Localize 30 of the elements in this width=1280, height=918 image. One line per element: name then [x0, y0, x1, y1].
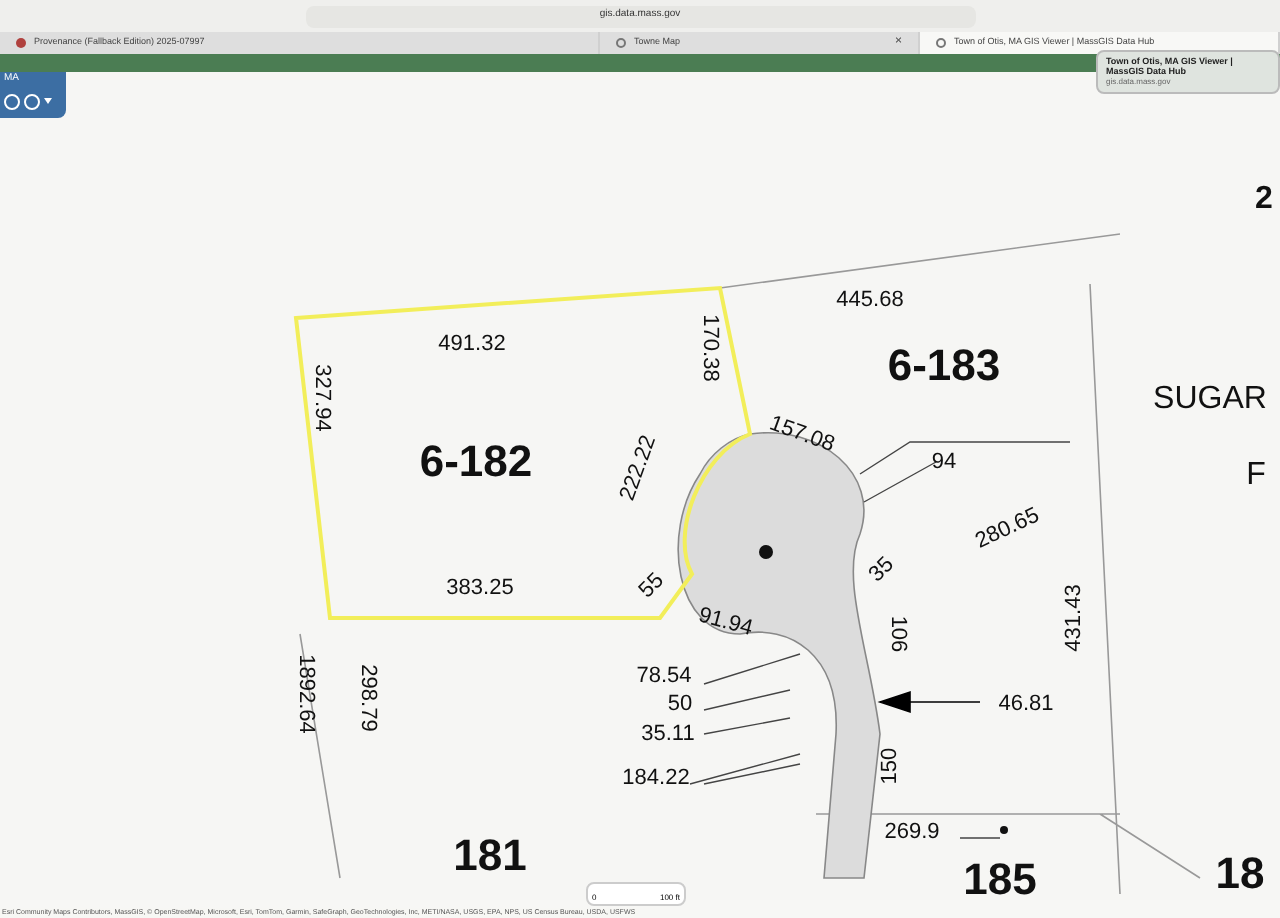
parcel-number: 6-183	[887, 340, 1001, 390]
dimension-label: 222.22	[615, 432, 662, 504]
dimension-label: 35.11	[641, 722, 695, 746]
dimension-label: 94	[931, 450, 957, 474]
dimension-label: 383.25	[446, 576, 514, 600]
dimension-label: 106	[886, 615, 910, 653]
dimension-label: 46.81	[998, 692, 1054, 716]
dimension-label: 150	[878, 747, 902, 785]
dimension-label: 50	[667, 692, 693, 716]
street-label: SUGAR	[1153, 382, 1267, 416]
dimension-label: 55	[634, 568, 669, 603]
dimension-label: 1892.64	[294, 654, 318, 734]
parcel-number: 181	[453, 830, 527, 880]
dimension-label: 91.94	[695, 603, 756, 641]
dimension-label: 35	[864, 552, 899, 587]
dimension-label: 269.9	[884, 820, 940, 844]
dimension-label: 445.68	[836, 288, 904, 312]
dimension-label: 78.54	[636, 664, 692, 688]
parcel-number: 6-182	[419, 436, 533, 486]
parcel-number: 18	[1215, 848, 1265, 898]
dimension-label: 298.79	[356, 664, 380, 732]
parcel-number: 2	[1255, 182, 1273, 216]
dimension-label: 431.43	[1062, 584, 1086, 652]
dimension-label: 327.94	[310, 364, 334, 432]
dimension-label: 491.32	[438, 332, 506, 356]
dimension-label: 157.08	[766, 411, 838, 458]
dimension-label: 170.38	[698, 314, 722, 382]
dimension-label: 184.22	[622, 766, 690, 790]
parcel-number: 185	[963, 854, 1037, 900]
street-label: F	[1246, 458, 1266, 492]
